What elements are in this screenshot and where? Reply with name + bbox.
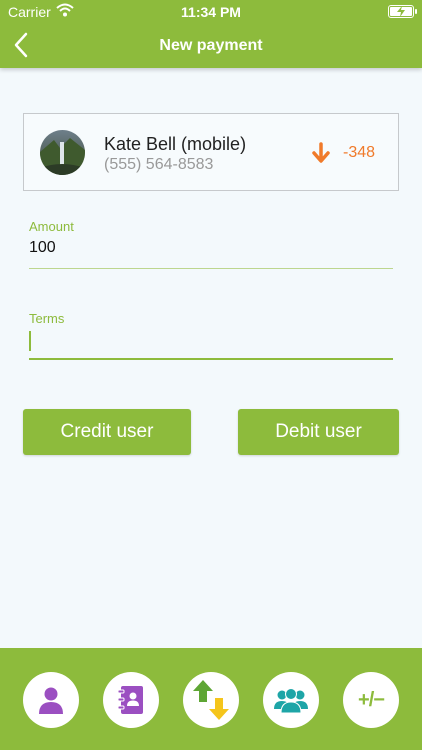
tab-profile[interactable] bbox=[23, 672, 79, 728]
tab-adjust[interactable]: +/− bbox=[343, 672, 399, 728]
terms-label: Terms bbox=[29, 311, 65, 326]
person-icon bbox=[39, 687, 63, 714]
status-time: 11:34 PM bbox=[181, 4, 241, 20]
avatar bbox=[40, 130, 85, 175]
contact-phone: (555) 564-8583 bbox=[104, 156, 214, 173]
tab-groups[interactable] bbox=[263, 672, 319, 728]
debit-user-button[interactable]: Debit user bbox=[238, 409, 399, 455]
plus-minus-icon: +/− bbox=[358, 688, 385, 711]
group-icon bbox=[274, 688, 308, 713]
transfer-arrows-icon bbox=[193, 680, 229, 720]
amount-input[interactable]: 100 bbox=[29, 239, 56, 257]
contact-name: Kate Bell (mobile) bbox=[104, 134, 247, 154]
arrow-down-icon bbox=[312, 142, 330, 163]
balance-amount: -348 bbox=[343, 144, 376, 161]
text-cursor bbox=[29, 331, 31, 351]
contact-card[interactable]: Kate Bell (mobile) (555) 564-8583 -348 bbox=[23, 113, 399, 191]
address-book-icon bbox=[117, 686, 143, 714]
terms-underline bbox=[29, 358, 393, 360]
credit-user-button[interactable]: Credit user bbox=[23, 409, 191, 455]
amount-underline bbox=[29, 268, 393, 269]
tab-transfers[interactable] bbox=[183, 672, 239, 728]
battery-icon bbox=[388, 5, 417, 18]
status-bar: Carrier 11:34 PM bbox=[0, 0, 422, 24]
navigation-header: Carrier 11:34 PM New payment bbox=[0, 0, 422, 68]
amount-label: Amount bbox=[29, 219, 74, 234]
tab-contacts[interactable] bbox=[103, 672, 159, 728]
page-title: New payment bbox=[159, 37, 263, 54]
